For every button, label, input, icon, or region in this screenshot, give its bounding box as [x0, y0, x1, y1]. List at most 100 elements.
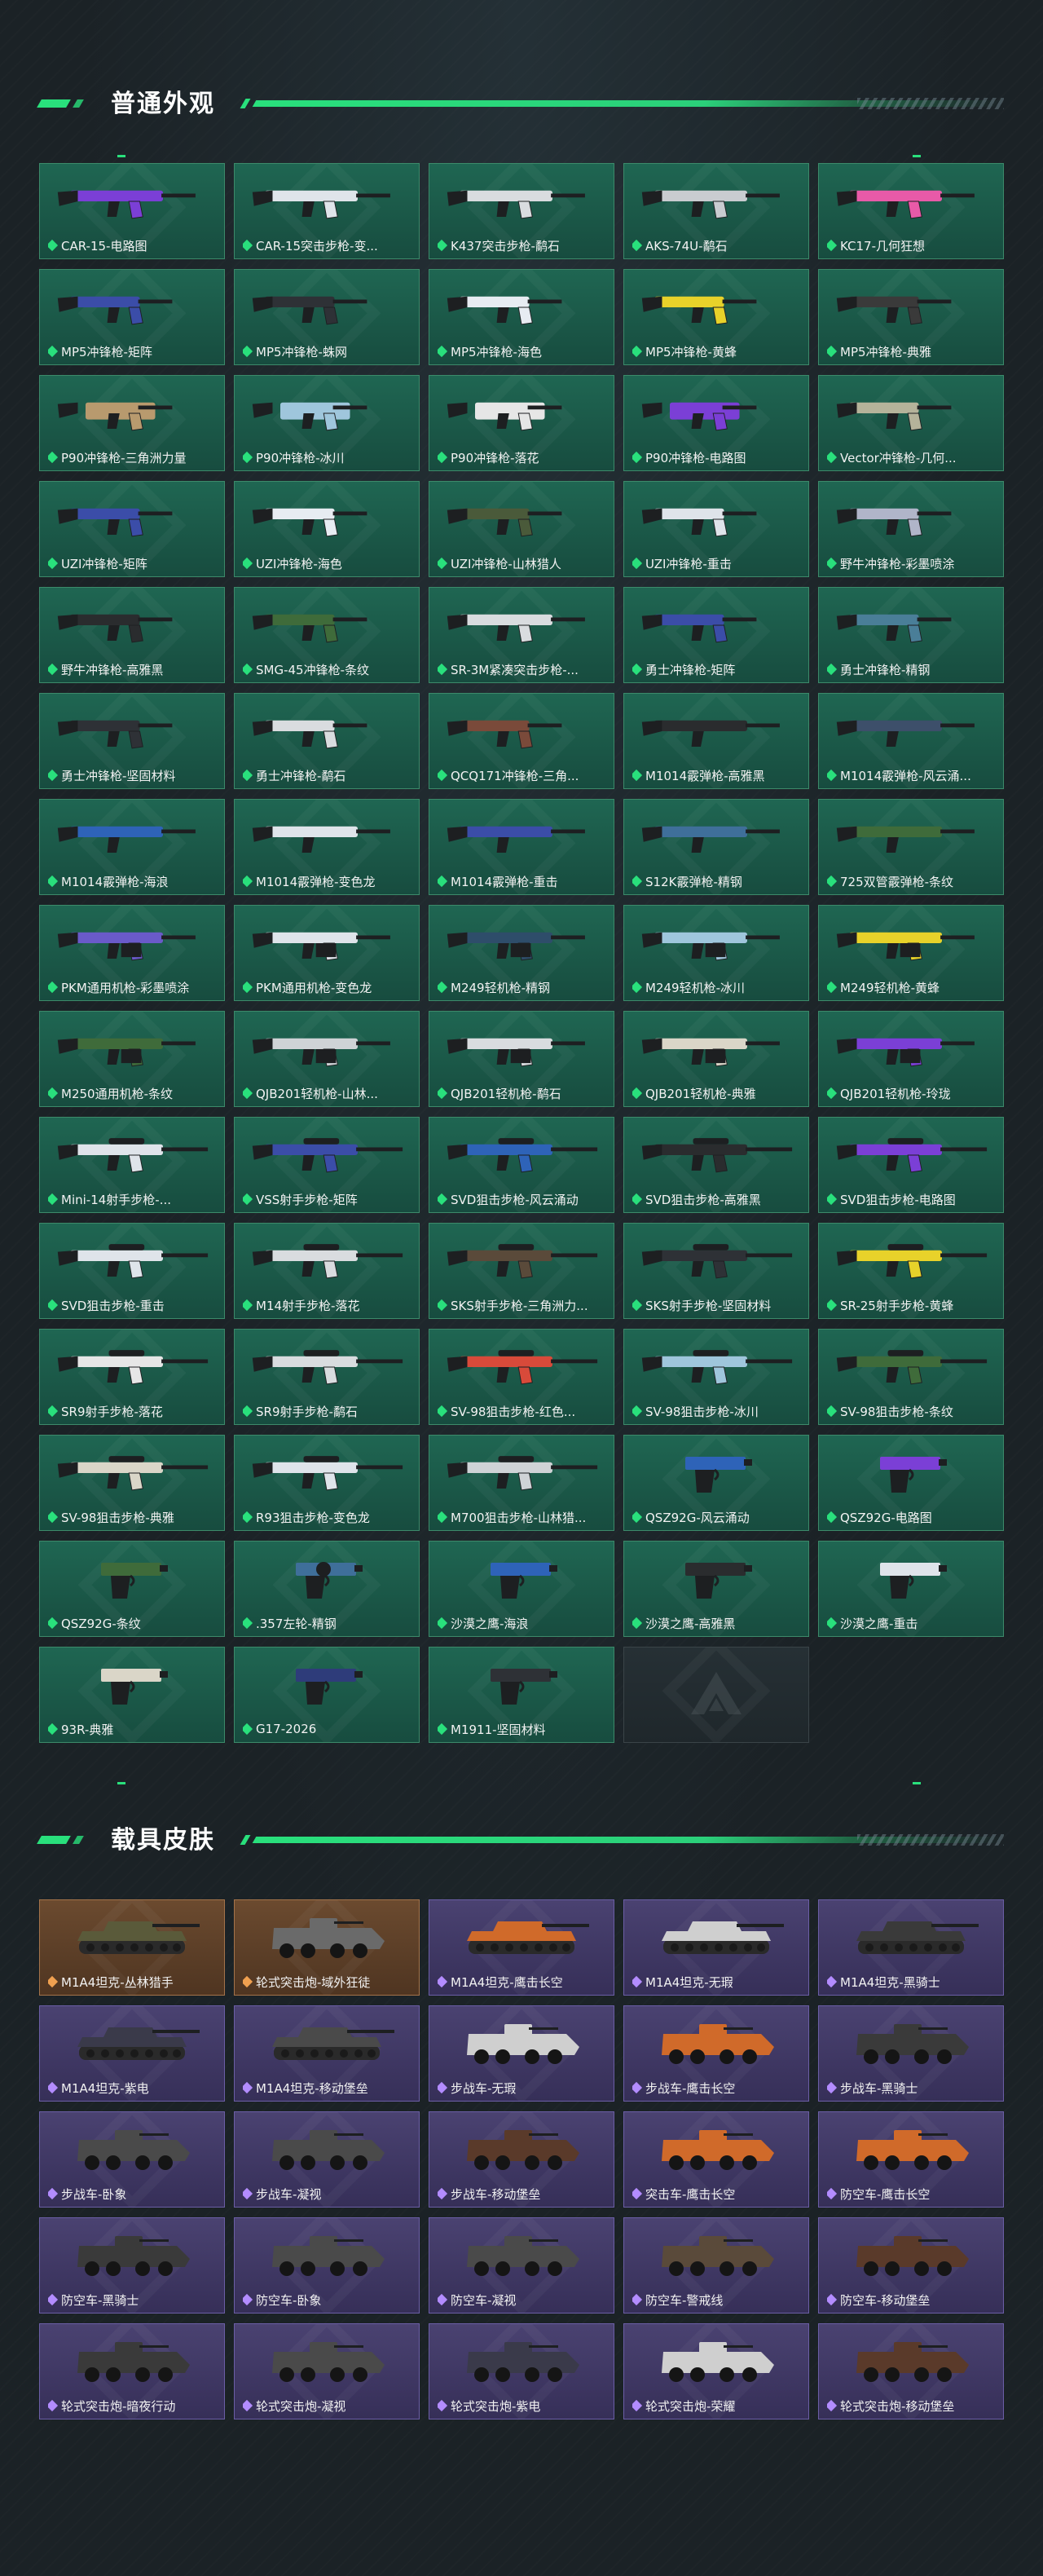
weapon-skin-card[interactable]: SVD狙击步枪-电路图 — [818, 1117, 1004, 1213]
weapon-skin-card[interactable]: SVD狙击步枪-重击 — [39, 1223, 225, 1319]
weapon-skin-card[interactable]: 勇士冲锋枪-精钢 — [818, 587, 1004, 683]
vehicle-skin-card[interactable]: M1A4坦克-鹰击长空 — [429, 1899, 614, 1996]
weapon-skin-card[interactable]: M1014霰弹枪-风云涌... — [818, 693, 1004, 789]
rarity-diamond-icon — [827, 981, 838, 994]
vehicle-skin-card[interactable]: 步战车-无瑕 — [429, 2005, 614, 2102]
vehicle-skin-card[interactable]: 步战车-黑骑士 — [818, 2005, 1004, 2102]
weapon-skin-card[interactable]: P90冲锋枪-电路图 — [623, 375, 809, 471]
vehicle-skin-card[interactable]: 步战车-鹰击长空 — [623, 2005, 809, 2102]
weapon-skin-card[interactable]: 93R-典雅 — [39, 1647, 225, 1743]
weapon-skin-card[interactable]: M250通用机枪-条纹 — [39, 1011, 225, 1107]
weapon-skin-card[interactable]: SR-25射手步枪-黄蜂 — [818, 1223, 1004, 1319]
vehicle-skin-card[interactable]: M1A4坦克-无瑕 — [623, 1899, 809, 1996]
weapon-skin-card[interactable]: M1911-坚固材料 — [429, 1647, 614, 1743]
vehicle-skin-card[interactable]: 轮式突击炮-移动堡垒 — [818, 2323, 1004, 2419]
weapon-skin-card[interactable]: CAR-15-电路图 — [39, 163, 225, 259]
weapon-skin-card[interactable]: KC17-几何狂想 — [818, 163, 1004, 259]
weapon-skin-card[interactable]: P90冲锋枪-冰川 — [234, 375, 420, 471]
weapon-skin-card[interactable]: PKM通用机枪-彩墨喷涂 — [39, 905, 225, 1001]
vehicle-skin-card[interactable]: 轮式突击炮-紫电 — [429, 2323, 614, 2419]
weapon-skin-card[interactable]: VSS射手步枪-矩阵 — [234, 1117, 420, 1213]
vehicle-skin-card[interactable]: 防空车-凝视 — [429, 2217, 614, 2314]
weapon-skin-card[interactable]: S12K霰弹枪-精钢 — [623, 799, 809, 895]
vehicle-skin-card[interactable]: 轮式突击炮-凝视 — [234, 2323, 420, 2419]
weapon-skin-card[interactable]: SV-98狙击步枪-红色... — [429, 1329, 614, 1425]
weapon-skin-card[interactable]: 勇士冲锋枪-鹬石 — [234, 693, 420, 789]
vehicle-skin-card[interactable]: M1A4坦克-移动堡垒 — [234, 2005, 420, 2102]
weapon-skin-card[interactable]: M700狙击步枪-山林猎... — [429, 1435, 614, 1531]
weapon-skin-card[interactable]: UZI冲锋枪-矩阵 — [39, 481, 225, 577]
vehicle-skin-card[interactable]: 突击车-鹰击长空 — [623, 2111, 809, 2208]
weapon-skin-card[interactable]: M249轻机枪-精钢 — [429, 905, 614, 1001]
weapon-skin-card[interactable]: M1014霰弹枪-重击 — [429, 799, 614, 895]
weapon-skin-card[interactable]: MP5冲锋枪-矩阵 — [39, 269, 225, 365]
vehicle-skin-card[interactable]: 步战车-卧象 — [39, 2111, 225, 2208]
weapon-skin-card[interactable]: 勇士冲锋枪-坚固材料 — [39, 693, 225, 789]
weapon-skin-card[interactable]: 勇士冲锋枪-矩阵 — [623, 587, 809, 683]
weapon-skin-card[interactable]: 沙漠之鹰-高雅黑 — [623, 1541, 809, 1637]
weapon-skin-card[interactable]: 沙漠之鹰-重击 — [818, 1541, 1004, 1637]
weapon-skin-card[interactable]: AKS-74U-鹬石 — [623, 163, 809, 259]
weapon-skin-card[interactable]: P90冲锋枪-落花 — [429, 375, 614, 471]
weapon-skin-card[interactable]: QSZ92G-电路图 — [818, 1435, 1004, 1531]
weapon-skin-card[interactable]: SMG-45冲锋枪-条纹 — [234, 587, 420, 683]
vehicle-skin-card[interactable]: 防空车-警戒线 — [623, 2217, 809, 2314]
weapon-skin-card[interactable]: SKS射手步枪-坚固材料 — [623, 1223, 809, 1319]
weapon-skin-card[interactable]: .357左轮-精钢 — [234, 1541, 420, 1637]
weapon-skin-card[interactable]: G17-2026 — [234, 1647, 420, 1743]
vehicle-skin-card[interactable]: 步战车-凝视 — [234, 2111, 420, 2208]
vehicle-skin-card[interactable]: M1A4坦克-紫电 — [39, 2005, 225, 2102]
weapon-skin-card[interactable]: QJB201轻机枪-鹬石 — [429, 1011, 614, 1107]
vehicle-skin-card[interactable]: 轮式突击炮-暗夜行动 — [39, 2323, 225, 2419]
weapon-skin-card[interactable]: QSZ92G-条纹 — [39, 1541, 225, 1637]
weapon-skin-card[interactable]: MP5冲锋枪-蛛网 — [234, 269, 420, 365]
vehicle-skin-card[interactable]: 轮式突击炮-域外狂徒 — [234, 1899, 420, 1996]
weapon-skin-card[interactable]: 野牛冲锋枪-高雅黑 — [39, 587, 225, 683]
vehicle-skin-card[interactable]: 防空车-卧象 — [234, 2217, 420, 2314]
weapon-skin-card[interactable]: QJB201轻机枪-玲珑 — [818, 1011, 1004, 1107]
weapon-skin-card[interactable]: SKS射手步枪-三角洲力... — [429, 1223, 614, 1319]
weapon-skin-card[interactable]: SV-98狙击步枪-条纹 — [818, 1329, 1004, 1425]
vehicle-skin-card[interactable]: 步战车-移动堡垒 — [429, 2111, 614, 2208]
weapon-skin-card[interactable]: QJB201轻机枪-典雅 — [623, 1011, 809, 1107]
weapon-skin-card[interactable]: MP5冲锋枪-典雅 — [818, 269, 1004, 365]
weapon-skin-card[interactable]: M249轻机枪-黄蜂 — [818, 905, 1004, 1001]
vehicle-skin-card[interactable]: M1A4坦克-丛林猎手 — [39, 1899, 225, 1996]
weapon-skin-card[interactable]: Mini-14射手步枪-... — [39, 1117, 225, 1213]
weapon-skin-card[interactable]: UZI冲锋枪-山林猎人 — [429, 481, 614, 577]
weapon-skin-card[interactable]: CAR-15突击步枪-变... — [234, 163, 420, 259]
weapon-skin-card[interactable]: P90冲锋枪-三角洲力量 — [39, 375, 225, 471]
weapon-skin-card[interactable]: SV-98狙击步枪-典雅 — [39, 1435, 225, 1531]
weapon-skin-card[interactable]: R93狙击步枪-变色龙 — [234, 1435, 420, 1531]
weapon-skin-card[interactable]: SV-98狙击步枪-冰川 — [623, 1329, 809, 1425]
weapon-skin-card[interactable]: SVD狙击步枪-高雅黑 — [623, 1117, 809, 1213]
weapon-skin-card[interactable]: MP5冲锋枪-海色 — [429, 269, 614, 365]
weapon-skin-card[interactable]: M249轻机枪-冰川 — [623, 905, 809, 1001]
weapon-skin-card[interactable]: SR-3M紧凑突击步枪-... — [429, 587, 614, 683]
weapon-skin-card[interactable]: Vector冲锋枪-几何... — [818, 375, 1004, 471]
weapon-skin-card[interactable]: M14射手步枪-落花 — [234, 1223, 420, 1319]
weapon-skin-card[interactable]: QSZ92G-风云涌动 — [623, 1435, 809, 1531]
weapon-skin-card[interactable]: PKM通用机枪-变色龙 — [234, 905, 420, 1001]
weapon-skin-card[interactable]: M1014霰弹枪-海浪 — [39, 799, 225, 895]
weapon-skin-card[interactable]: M1014霰弹枪-高雅黑 — [623, 693, 809, 789]
weapon-skin-card[interactable]: QCQ171冲锋枪-三角... — [429, 693, 614, 789]
weapon-skin-card[interactable]: 野牛冲锋枪-彩墨喷涂 — [818, 481, 1004, 577]
weapon-skin-card[interactable]: M1014霰弹枪-变色龙 — [234, 799, 420, 895]
vehicle-skin-card[interactable]: M1A4坦克-黑骑士 — [818, 1899, 1004, 1996]
weapon-skin-card[interactable]: MP5冲锋枪-黄蜂 — [623, 269, 809, 365]
vehicle-skin-card[interactable]: 防空车-移动堡垒 — [818, 2217, 1004, 2314]
weapon-skin-card[interactable]: SR9射手步枪-鹬石 — [234, 1329, 420, 1425]
weapon-skin-card[interactable]: 725双管霰弹枪-条纹 — [818, 799, 1004, 895]
weapon-skin-card[interactable]: K437突击步枪-鹬石 — [429, 163, 614, 259]
weapon-skin-card[interactable]: UZI冲锋枪-重击 — [623, 481, 809, 577]
weapon-skin-card[interactable]: SVD狙击步枪-风云涌动 — [429, 1117, 614, 1213]
weapon-skin-card[interactable]: UZI冲锋枪-海色 — [234, 481, 420, 577]
weapon-skin-card[interactable]: QJB201轻机枪-山林... — [234, 1011, 420, 1107]
skin-name: CAR-15突击步枪-变... — [256, 238, 378, 254]
vehicle-skin-card[interactable]: 轮式突击炮-荣耀 — [623, 2323, 809, 2419]
vehicle-skin-card[interactable]: 防空车-鹰击长空 — [818, 2111, 1004, 2208]
weapon-skin-card[interactable]: SR9射手步枪-落花 — [39, 1329, 225, 1425]
vehicle-skin-card[interactable]: 防空车-黑骑士 — [39, 2217, 225, 2314]
weapon-skin-card[interactable]: 沙漠之鹰-海浪 — [429, 1541, 614, 1637]
